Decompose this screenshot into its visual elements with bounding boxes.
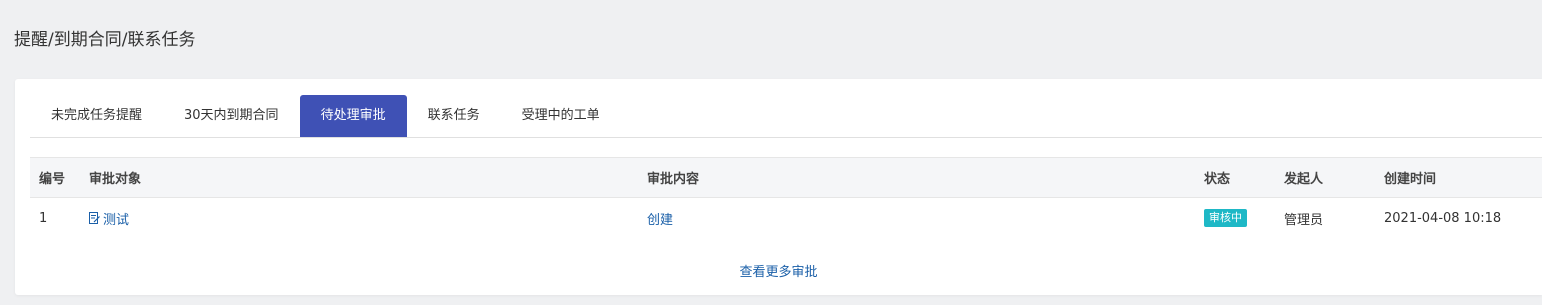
header-num: 编号 [39, 172, 66, 187]
header-initiator: 发起人 [1284, 172, 1324, 187]
row-num: 1 [39, 210, 48, 226]
tab-work-orders[interactable]: 受理中的工单 [501, 95, 621, 137]
approval-object-label: 测试 [103, 212, 130, 228]
table-header: 编号 审批对象 审批内容 状态 发起人 创建时间 [30, 157, 1542, 198]
reminder-card: 未完成任务提醒 30天内到期合同 待处理审批 联系任务 受理中的工单 编号 审批… [15, 79, 1542, 295]
table-row: 1 测试 创建 审核中 管理员 2021-04-08 10:18 [30, 198, 1542, 238]
created-time-cell: 2021-04-08 10:18 [1384, 210, 1502, 226]
view-more-container: 查看更多审批 [15, 261, 1542, 280]
tab-contact-tasks[interactable]: 联系任务 [407, 95, 501, 137]
header-content: 审批内容 [647, 172, 700, 187]
header-created: 创建时间 [1384, 172, 1437, 187]
approval-content-link[interactable]: 创建 [647, 198, 673, 238]
tab-bar: 未完成任务提醒 30天内到期合同 待处理审批 联系任务 受理中的工单 [30, 95, 1542, 138]
initiator-cell: 管理员 [1284, 212, 1324, 228]
document-edit-icon [89, 212, 100, 224]
status-cell: 审核中 [1204, 198, 1247, 238]
tab-expiring-contracts[interactable]: 30天内到期合同 [163, 95, 300, 137]
header-status: 状态 [1204, 172, 1231, 187]
tab-pending-approvals[interactable]: 待处理审批 [299, 95, 407, 137]
view-more-approvals-link[interactable]: 查看更多审批 [739, 265, 817, 280]
approvals-table: 编号 审批对象 审批内容 状态 发起人 创建时间 1 测试 创建 审核中 管理员… [30, 157, 1542, 238]
tab-incomplete-tasks[interactable]: 未完成任务提醒 [30, 95, 163, 137]
approval-object-link[interactable]: 测试 [89, 198, 129, 238]
status-badge: 审核中 [1204, 209, 1247, 227]
page-title: 提醒/到期合同/联系任务 [14, 30, 196, 50]
header-object: 审批对象 [89, 172, 142, 187]
